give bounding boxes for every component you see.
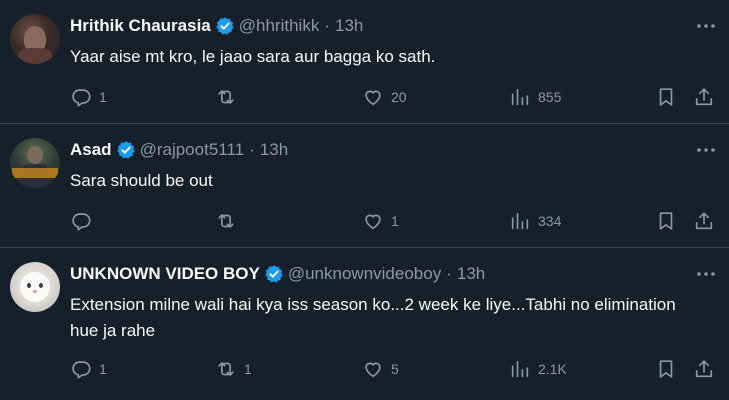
author-handle[interactable]: @rajpoot5111: [140, 140, 245, 160]
author-name[interactable]: UNKNOWN VIDEO BOY: [70, 264, 260, 284]
view-count: 2.1K: [538, 361, 567, 377]
more-options-icon[interactable]: [695, 264, 717, 284]
reply-feed: Hrithik Chaurasia @hhrithikk · 13h Yaar …: [0, 0, 729, 400]
action-bar: 1 334: [0, 208, 729, 234]
view-count: 855: [538, 89, 562, 105]
reply-button[interactable]: 1: [70, 84, 107, 110]
views-chart-icon: [511, 212, 529, 230]
retweet-count: 1: [244, 361, 252, 377]
reply-icon: [72, 213, 91, 231]
author-handle[interactable]: @hhrithikk: [239, 16, 320, 36]
tweet-text: Yaar aise mt kro, le jaao sara aur bagga…: [70, 47, 436, 66]
timestamp[interactable]: 13h: [335, 16, 363, 36]
views-button[interactable]: 2.1K: [509, 356, 567, 382]
retweet-button[interactable]: [215, 208, 244, 234]
share-button[interactable]: [693, 208, 715, 234]
bookmark-button[interactable]: [655, 84, 677, 110]
reply-button[interactable]: [70, 208, 99, 234]
separator-dot: ·: [446, 264, 452, 283]
tweet-text: Sara should be out: [70, 171, 213, 190]
tweet-header: UNKNOWN VIDEO BOY @unknownvideoboy · 13h: [70, 262, 485, 286]
tweet-header: Asad @rajpoot5111 · 13h: [70, 138, 288, 162]
like-count: 1: [391, 213, 399, 229]
like-count: 5: [391, 361, 399, 377]
more-options-icon[interactable]: [695, 140, 717, 160]
retweet-button[interactable]: [215, 84, 244, 110]
bookmark-icon: [659, 88, 673, 106]
retweet-icon: [218, 214, 234, 228]
action-bar: 1 1 5 2.1K: [0, 356, 729, 382]
reply-icon: [72, 89, 91, 107]
tweet-reply[interactable]: Asad @rajpoot5111 · 13h Sara should be o…: [0, 124, 729, 248]
view-count: 334: [538, 213, 562, 229]
timestamp[interactable]: 13h: [260, 140, 288, 160]
author-name[interactable]: Hrithik Chaurasia: [70, 16, 211, 36]
heart-icon: [365, 214, 381, 230]
avatar[interactable]: [10, 14, 60, 64]
verified-badge-icon: [116, 141, 135, 159]
views-button[interactable]: 334: [509, 208, 561, 234]
like-button[interactable]: 20: [362, 84, 407, 110]
timestamp[interactable]: 13h: [457, 264, 485, 284]
tweet-text: Extension milne wali hai kya iss season …: [70, 295, 676, 340]
verified-badge-icon: [216, 17, 234, 35]
separator-dot: ·: [249, 140, 255, 159]
share-button[interactable]: [693, 84, 715, 110]
reply-button[interactable]: 1: [70, 356, 107, 382]
share-button[interactable]: [693, 356, 715, 382]
heart-icon: [365, 362, 381, 378]
avatar[interactable]: [10, 138, 60, 188]
bookmark-icon: [659, 212, 673, 230]
reply-icon: [72, 361, 91, 379]
retweet-button[interactable]: 1: [215, 356, 252, 382]
bookmark-button[interactable]: [655, 208, 677, 234]
tweet-reply[interactable]: UNKNOWN VIDEO BOY @unknownvideoboy · 13h…: [0, 248, 729, 400]
author-name[interactable]: Asad: [70, 140, 112, 160]
separator-dot: ·: [324, 16, 330, 35]
retweet-icon: [218, 362, 234, 376]
like-button[interactable]: 1: [362, 208, 399, 234]
like-count: 20: [391, 89, 407, 105]
bookmark-icon: [659, 360, 673, 378]
share-icon: [695, 212, 713, 230]
share-icon: [695, 88, 713, 106]
retweet-icon: [218, 90, 234, 104]
verified-badge-icon: [265, 265, 283, 283]
tweet-reply[interactable]: Hrithik Chaurasia @hhrithikk · 13h Yaar …: [0, 0, 729, 124]
reply-count: 1: [99, 361, 107, 377]
bookmark-button[interactable]: [655, 356, 677, 382]
more-options-icon[interactable]: [695, 16, 717, 36]
action-bar: 1 20 855: [0, 84, 729, 110]
reply-count: 1: [99, 89, 107, 105]
views-chart-icon: [511, 360, 529, 378]
views-chart-icon: [511, 88, 529, 106]
tweet-header: Hrithik Chaurasia @hhrithikk · 13h: [70, 14, 363, 38]
share-icon: [695, 360, 713, 378]
heart-icon: [365, 90, 381, 106]
avatar[interactable]: [10, 262, 60, 312]
like-button[interactable]: 5: [362, 356, 399, 382]
author-handle[interactable]: @unknownvideoboy: [288, 264, 441, 284]
views-button[interactable]: 855: [509, 84, 561, 110]
